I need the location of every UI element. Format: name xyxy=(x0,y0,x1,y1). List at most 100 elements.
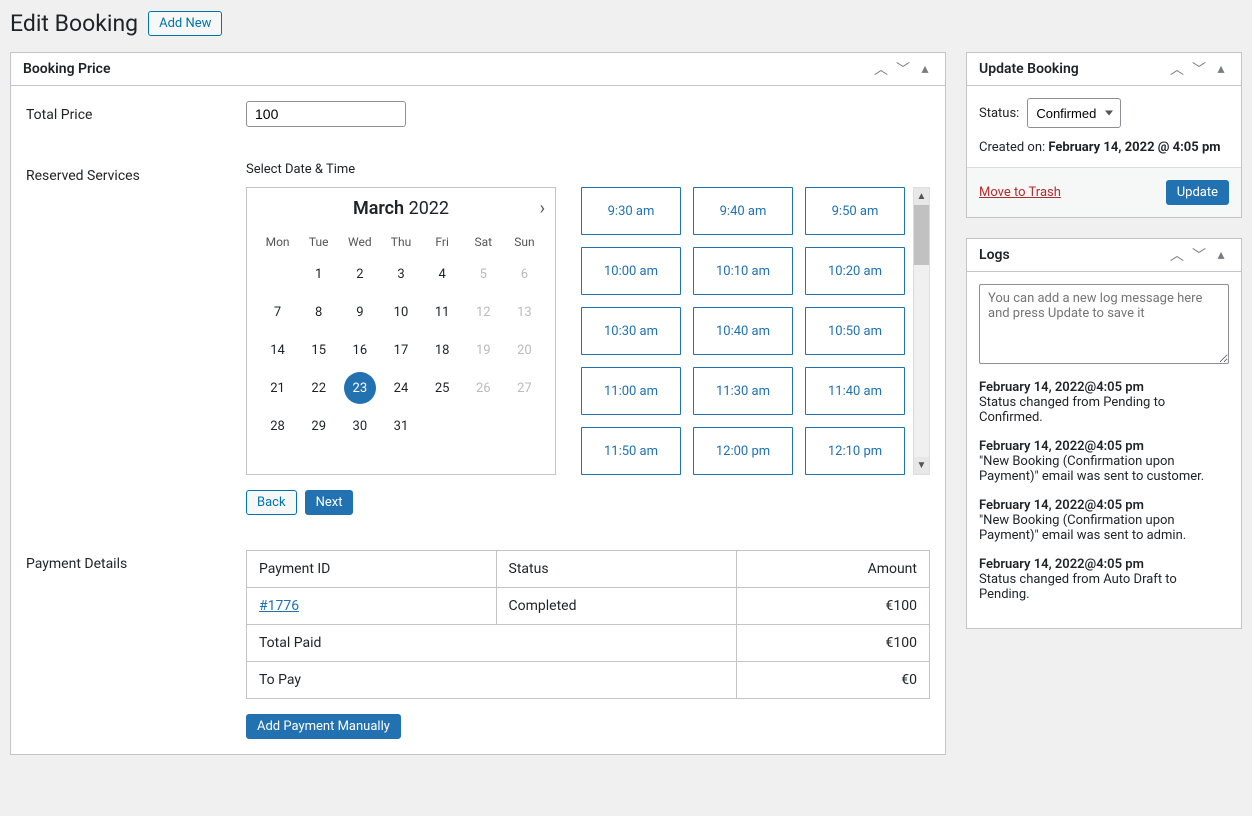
calendar-day[interactable]: 11 xyxy=(422,293,463,331)
panel-down-icon[interactable] xyxy=(895,61,911,77)
scroll-thumb[interactable] xyxy=(914,205,929,265)
calendar-dow: Tue xyxy=(298,229,339,255)
log-entry: February 14, 2022@4:05 pmStatus changed … xyxy=(979,380,1229,425)
calendar-day: 5 xyxy=(463,255,504,293)
total-paid-value: €100 xyxy=(737,625,930,662)
calendar-day[interactable]: 7 xyxy=(257,293,298,331)
time-slot[interactable]: 10:10 am xyxy=(693,247,793,295)
timeslots-scrollbar[interactable]: ▲ ▼ xyxy=(913,187,930,475)
calendar-day: 20 xyxy=(504,331,545,369)
calendar-day[interactable]: 4 xyxy=(422,255,463,293)
calendar-day[interactable]: 10 xyxy=(380,293,421,331)
calendar-day[interactable]: 15 xyxy=(298,331,339,369)
payment-table: Payment ID Status Amount #1776Completed€… xyxy=(246,550,930,699)
time-slot[interactable]: 11:40 am xyxy=(805,367,905,415)
calendar-day[interactable]: 24 xyxy=(380,369,421,407)
calendar-day[interactable]: 23 xyxy=(339,369,380,407)
log-entry: February 14, 2022@4:05 pm"New Booking (C… xyxy=(979,498,1229,543)
update-booking-panel: Update Booking Status: Confirmed xyxy=(966,52,1242,218)
calendar-day: 13 xyxy=(504,293,545,331)
col-amount: Amount xyxy=(737,551,930,588)
total-price-input[interactable] xyxy=(246,101,406,127)
log-message: "New Booking (Confirmation upon Payment)… xyxy=(979,454,1229,484)
status-label: Status: xyxy=(979,106,1019,121)
calendar-day: 19 xyxy=(463,331,504,369)
time-slot[interactable]: 11:00 am xyxy=(581,367,681,415)
log-message: "New Booking (Confirmation upon Payment)… xyxy=(979,513,1229,543)
calendar-day[interactable]: 2 xyxy=(339,255,380,293)
time-slot[interactable]: 10:50 am xyxy=(805,307,905,355)
update-button[interactable]: Update xyxy=(1166,180,1229,205)
calendar-dow: Mon xyxy=(257,229,298,255)
calendar-dow: Fri xyxy=(422,229,463,255)
panel-down-icon[interactable] xyxy=(1191,61,1207,77)
payment-id-link[interactable]: #1776 xyxy=(259,598,299,614)
log-timestamp: February 14, 2022@4:05 pm xyxy=(979,380,1229,395)
time-slot[interactable]: 10:00 am xyxy=(581,247,681,295)
log-entry: February 14, 2022@4:05 pmStatus changed … xyxy=(979,557,1229,602)
calendar-day[interactable]: 9 xyxy=(339,293,380,331)
calendar-next-icon[interactable]: › xyxy=(540,198,545,219)
panel-up-icon[interactable] xyxy=(873,61,889,77)
panel-toggle-icon[interactable] xyxy=(917,61,933,77)
calendar-day[interactable]: 30 xyxy=(339,407,380,445)
panel-up-icon[interactable] xyxy=(1169,61,1185,77)
calendar-day: 6 xyxy=(504,255,545,293)
total-paid-label: Total Paid xyxy=(247,625,737,662)
time-slot[interactable]: 11:50 am xyxy=(581,427,681,475)
panel-up-icon[interactable] xyxy=(1169,247,1185,263)
time-slot[interactable]: 12:00 pm xyxy=(693,427,793,475)
calendar-day[interactable]: 22 xyxy=(298,369,339,407)
created-on-value: February 14, 2022 @ 4:05 pm xyxy=(1048,140,1220,155)
calendar-day[interactable]: 17 xyxy=(380,331,421,369)
status-select[interactable]: Confirmed xyxy=(1027,98,1121,128)
add-new-button[interactable]: Add New xyxy=(148,11,222,36)
next-button[interactable]: Next xyxy=(305,490,354,515)
calendar-day[interactable]: 25 xyxy=(422,369,463,407)
payment-amount: €100 xyxy=(737,588,930,625)
add-payment-manually-button[interactable]: Add Payment Manually xyxy=(246,714,401,739)
to-pay-value: €0 xyxy=(737,662,930,699)
log-message-input[interactable] xyxy=(979,284,1229,364)
calendar-dow: Sun xyxy=(504,229,545,255)
col-payment-id: Payment ID xyxy=(247,551,497,588)
logs-panel: Logs February 14, 2022@4:05 pmStatus cha… xyxy=(966,238,1242,629)
scroll-down-icon[interactable]: ▼ xyxy=(914,457,929,474)
table-row: #1776Completed€100 xyxy=(247,588,930,625)
panel-toggle-icon[interactable] xyxy=(1213,247,1229,263)
move-to-trash-link[interactable]: Move to Trash xyxy=(979,185,1061,200)
back-button[interactable]: Back xyxy=(246,490,297,515)
calendar-day xyxy=(504,407,545,445)
panel-toggle-icon[interactable] xyxy=(1213,61,1229,77)
log-message: Status changed from Pending to Confirmed… xyxy=(979,395,1229,425)
calendar-day xyxy=(257,255,298,293)
calendar-day xyxy=(463,407,504,445)
calendar-day[interactable]: 16 xyxy=(339,331,380,369)
created-on-label: Created on: xyxy=(979,140,1045,155)
calendar-day: 27 xyxy=(504,369,545,407)
scroll-up-icon[interactable]: ▲ xyxy=(914,188,929,205)
calendar-day[interactable]: 31 xyxy=(380,407,421,445)
time-slot[interactable]: 9:30 am xyxy=(581,187,681,235)
calendar-day[interactable]: 8 xyxy=(298,293,339,331)
time-slot[interactable]: 9:40 am xyxy=(693,187,793,235)
calendar-day[interactable]: 18 xyxy=(422,331,463,369)
time-slot[interactable]: 10:20 am xyxy=(805,247,905,295)
panel-title-booking-price: Booking Price xyxy=(23,61,111,77)
calendar: March 2022 › MonTueWedThuFriSatSun123456… xyxy=(246,187,556,475)
panel-down-icon[interactable] xyxy=(1191,247,1207,263)
time-slot[interactable]: 12:10 pm xyxy=(805,427,905,475)
calendar-day[interactable]: 28 xyxy=(257,407,298,445)
calendar-day[interactable]: 21 xyxy=(257,369,298,407)
calendar-day[interactable]: 29 xyxy=(298,407,339,445)
calendar-title: March 2022 xyxy=(353,198,449,219)
calendar-day[interactable]: 3 xyxy=(380,255,421,293)
time-slot[interactable]: 10:30 am xyxy=(581,307,681,355)
calendar-day[interactable]: 14 xyxy=(257,331,298,369)
time-slot[interactable]: 9:50 am xyxy=(805,187,905,235)
log-entry: February 14, 2022@4:05 pm"New Booking (C… xyxy=(979,439,1229,484)
calendar-day[interactable]: 1 xyxy=(298,255,339,293)
time-slot[interactable]: 11:30 am xyxy=(693,367,793,415)
panel-title-update-booking: Update Booking xyxy=(979,61,1079,77)
time-slot[interactable]: 10:40 am xyxy=(693,307,793,355)
